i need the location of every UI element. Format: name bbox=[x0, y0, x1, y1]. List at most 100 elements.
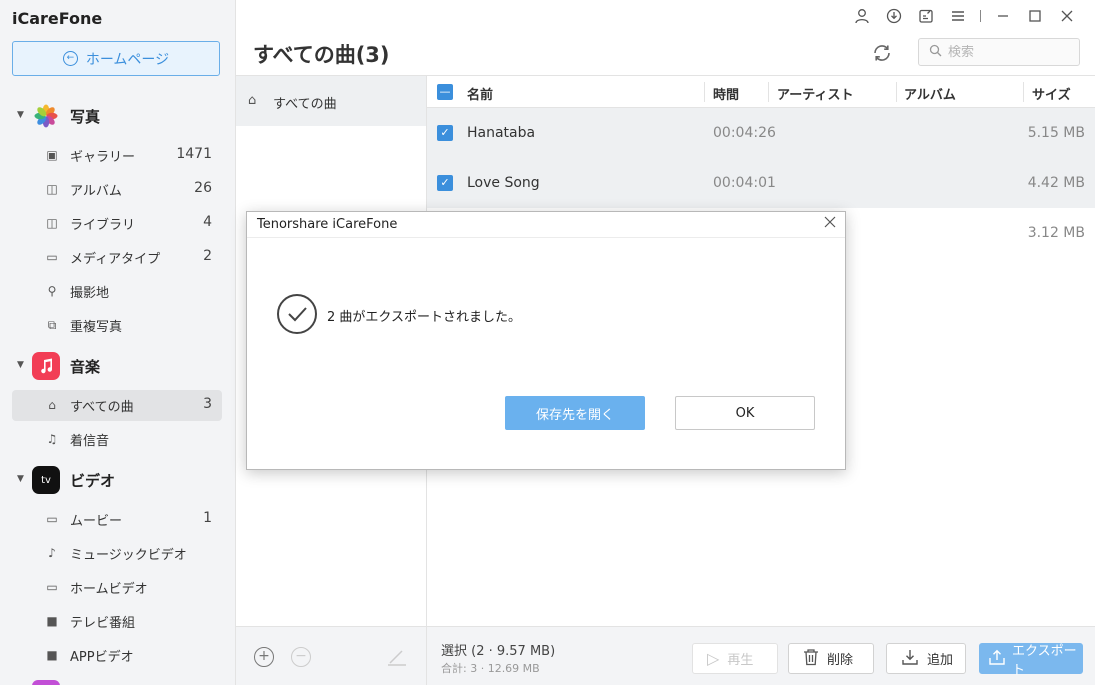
upload-tray-icon bbox=[988, 648, 1006, 670]
remove-category-icon[interactable]: − bbox=[291, 647, 311, 667]
back-arrow-icon: ← bbox=[62, 51, 78, 66]
sidebar-item-label: ミュージックビデオ bbox=[70, 548, 187, 563]
export-button[interactable]: エクスポート bbox=[979, 643, 1083, 678]
music-video-icon: ♪ bbox=[48, 546, 56, 560]
sidebar-item-library[interactable]: ◫ ライブラリ 4 bbox=[12, 208, 222, 239]
section-video[interactable]: ▼ tv ビデオ bbox=[0, 463, 235, 497]
sidebar-item-tv-shows[interactable]: ■ テレビ番組 bbox=[12, 606, 222, 637]
menu-icon[interactable] bbox=[942, 6, 974, 26]
minimize-icon[interactable] bbox=[987, 6, 1019, 26]
sidebar-item-label: アルバム bbox=[70, 184, 122, 199]
table-row[interactable]: ✓ Hanataba 00:04:26 5.15 MB bbox=[427, 108, 1095, 158]
collapse-triangle-icon[interactable]: ▼ bbox=[17, 474, 24, 484]
sidebar-item-count: 2 bbox=[203, 248, 212, 264]
dialog-titlebar: Tenorshare iCareFone bbox=[247, 212, 845, 238]
open-destination-button[interactable]: 保存先を開く bbox=[505, 396, 645, 430]
sidebar-item-count: 4 bbox=[203, 214, 212, 230]
collapse-triangle-icon[interactable]: ▼ bbox=[17, 360, 24, 370]
play-button-label: 再生 bbox=[727, 653, 754, 668]
song-size: 4.42 MB bbox=[1027, 175, 1085, 191]
sidebar-item-places[interactable]: ⚲ 撮影地 bbox=[12, 276, 222, 307]
sidebar-item-app-videos[interactable]: ■ APPビデオ bbox=[12, 640, 222, 671]
sidebar-item-all-songs[interactable]: ⌂ すべての曲 3 bbox=[12, 390, 222, 421]
check-circle-icon bbox=[277, 294, 317, 334]
collapse-triangle-icon[interactable]: ▼ bbox=[17, 110, 24, 120]
row-checkbox[interactable]: ✓ bbox=[437, 175, 453, 191]
location-pin-icon: ⚲ bbox=[47, 284, 57, 298]
delete-button-label: 削除 bbox=[827, 653, 854, 668]
delete-button[interactable]: 削除 bbox=[788, 643, 874, 674]
search-input[interactable] bbox=[948, 44, 1068, 60]
add-button[interactable]: 追加 bbox=[886, 643, 966, 674]
appletv-app-icon: tv bbox=[32, 466, 60, 494]
column-header-time[interactable]: 時間 bbox=[713, 84, 739, 103]
sidebar-item-count: 26 bbox=[194, 180, 212, 196]
close-icon[interactable] bbox=[821, 215, 839, 233]
photos-app-icon bbox=[32, 102, 60, 130]
column-header-size[interactable]: サイズ bbox=[1032, 84, 1071, 103]
home-music-icon: ⌂ bbox=[248, 93, 257, 108]
column-divider[interactable] bbox=[896, 82, 897, 102]
sidebar-item-gallery[interactable]: ▣ ギャラリー 1471 bbox=[12, 140, 222, 171]
column-header-name[interactable]: 名前 bbox=[467, 84, 493, 103]
song-name: Hanataba bbox=[467, 125, 536, 141]
window-controls bbox=[846, 6, 1083, 26]
feedback-icon[interactable] bbox=[910, 6, 942, 26]
actions-toolbar: 選択 (2 · 9.57 MB) 合計: 3 · 12.69 MB ▷ 再生 削… bbox=[427, 626, 1095, 685]
column-divider[interactable] bbox=[704, 82, 705, 102]
column-divider[interactable] bbox=[768, 82, 769, 102]
dialog-message: 2 曲がエクスポートされました。 bbox=[327, 310, 522, 325]
sidebar-item-media-type[interactable]: ▭ メディアタイプ 2 bbox=[12, 242, 222, 273]
sidebar-item-count: 1471 bbox=[176, 146, 212, 162]
category-toolbar: + − bbox=[236, 626, 427, 685]
sidebar-item-duplicates[interactable]: ⧉ 重複写真 bbox=[12, 310, 222, 341]
section-label: 音楽 bbox=[70, 358, 101, 376]
column-header-artist[interactable]: アーティスト bbox=[777, 84, 853, 103]
search-box[interactable] bbox=[918, 38, 1080, 66]
sidebar-item-album[interactable]: ◫ アルバム 26 bbox=[12, 174, 222, 205]
download-icon[interactable] bbox=[878, 6, 910, 26]
section-label: 写真 bbox=[70, 108, 101, 126]
account-icon[interactable] bbox=[846, 6, 878, 26]
page-title: すべての曲(3) bbox=[253, 43, 390, 67]
search-icon bbox=[929, 44, 942, 61]
home-page-button[interactable]: ← ホームページ bbox=[12, 41, 220, 76]
music-app-icon bbox=[32, 352, 60, 380]
video-camera-filled-icon: ■ bbox=[46, 648, 58, 662]
home-page-button-label: ホームページ bbox=[85, 51, 170, 68]
sidebar-item-label: ホームビデオ bbox=[70, 582, 148, 597]
sidebar-item-label: ライブラリ bbox=[70, 218, 136, 233]
play-icon: ▷ bbox=[707, 649, 720, 668]
song-size: 3.12 MB bbox=[1027, 225, 1085, 241]
sidebar-item-label: ギャラリー bbox=[70, 150, 136, 165]
table-row[interactable]: ✓ Love Song 00:04:01 4.42 MB bbox=[427, 158, 1095, 208]
song-size: 5.15 MB bbox=[1027, 125, 1085, 141]
separator bbox=[980, 10, 981, 22]
add-category-icon[interactable]: + bbox=[254, 647, 274, 667]
export-complete-dialog: Tenorshare iCareFone 2 曲がエクスポートされました。 保存… bbox=[246, 211, 846, 470]
duplicate-photos-icon: ⧉ bbox=[47, 318, 57, 332]
sidebar-item-music-videos[interactable]: ♪ ミュージックビデオ bbox=[12, 538, 222, 569]
maximize-icon[interactable] bbox=[1019, 6, 1051, 26]
row-checkbox[interactable]: ✓ bbox=[437, 125, 453, 141]
category-item-all-songs[interactable]: ⌂ すべての曲 bbox=[236, 76, 426, 126]
edit-pencil-icon[interactable] bbox=[386, 647, 408, 667]
bell-icon: ♫ bbox=[46, 432, 58, 446]
refresh-icon[interactable] bbox=[870, 42, 894, 66]
library-icon: ◫ bbox=[46, 216, 58, 230]
close-window-icon[interactable] bbox=[1051, 6, 1083, 26]
sidebar-item-ringtones[interactable]: ♫ 着信音 bbox=[12, 424, 222, 455]
select-all-checkbox[interactable]: — bbox=[437, 84, 453, 100]
section-photos[interactable]: ▼ 写真 bbox=[0, 99, 235, 133]
sidebar-item-label: テレビ番組 bbox=[70, 616, 136, 631]
home-music-icon: ⌂ bbox=[48, 398, 56, 412]
column-divider[interactable] bbox=[1023, 82, 1024, 102]
sidebar-item-count: 3 bbox=[203, 396, 212, 412]
sidebar-item-home-videos[interactable]: ▭ ホームビデオ bbox=[12, 572, 222, 603]
column-header-album[interactable]: アルバム bbox=[904, 84, 956, 103]
section-music[interactable]: ▼ 音楽 bbox=[0, 349, 235, 383]
sidebar-item-movies[interactable]: ▭ ムービー 1 bbox=[12, 504, 222, 535]
play-button[interactable]: ▷ 再生 bbox=[692, 643, 778, 674]
song-name: Love Song bbox=[467, 175, 540, 191]
ok-button[interactable]: OK bbox=[675, 396, 815, 430]
